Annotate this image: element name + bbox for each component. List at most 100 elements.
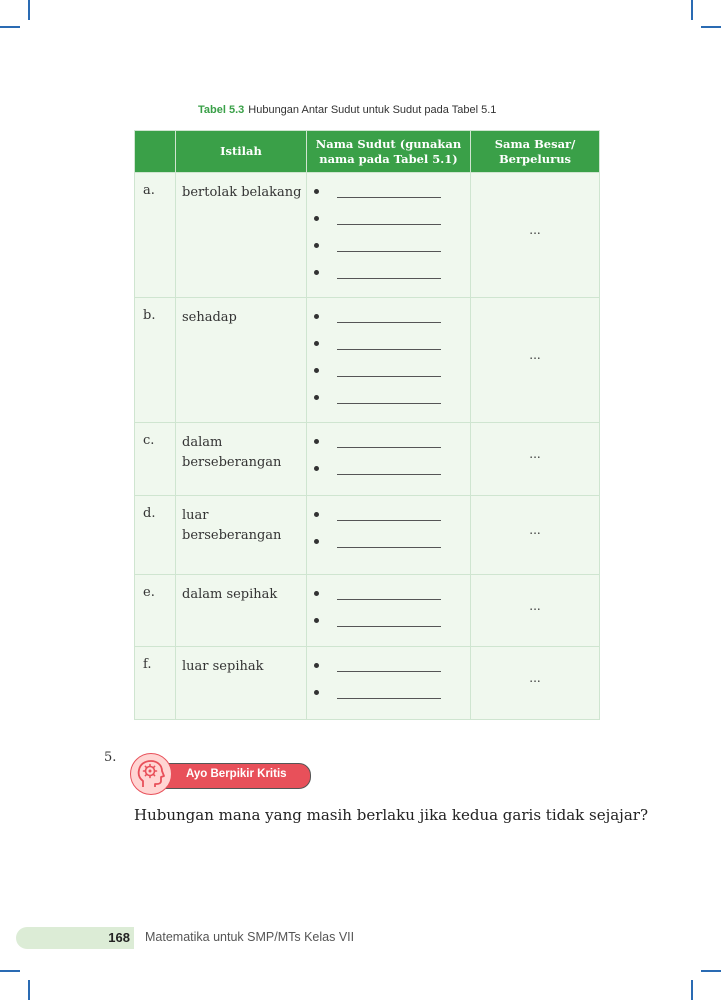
crop-mark (701, 26, 721, 28)
angle-name-blanks (306, 574, 471, 647)
angle-name-blanks (306, 646, 471, 720)
blank-item (307, 303, 470, 330)
blank-item (307, 384, 470, 411)
relation-answer: ... (470, 646, 600, 720)
table-row: b. sehadap... (134, 297, 600, 423)
row-term: sehadap (175, 297, 307, 423)
table-row: d. luar berseberangan... (134, 495, 600, 575)
blank-item (307, 607, 470, 634)
table-caption-label: Tabel 5.3 (198, 104, 245, 116)
answer-blank-line[interactable] (337, 698, 441, 699)
crop-mark (28, 0, 30, 20)
angle-name-blanks (306, 495, 471, 575)
answer-blank-line[interactable] (337, 224, 441, 225)
relation-answer: ... (470, 297, 600, 423)
bullet-icon (314, 314, 319, 319)
crop-mark (28, 980, 30, 1000)
answer-blank-line[interactable] (337, 322, 441, 323)
blank-item (307, 455, 470, 482)
table-caption-text: Hubungan Antar Sudut untuk Sudut pada Ta… (248, 104, 497, 116)
blank-item (307, 679, 470, 706)
exercise-number: 5. (104, 750, 117, 765)
row-term: dalam sepihak (175, 574, 307, 647)
bullet-icon (314, 512, 319, 517)
answer-blank-line[interactable] (337, 278, 441, 279)
bullet-icon (314, 663, 319, 668)
relation-answer: ... (470, 495, 600, 575)
bullet-icon (314, 690, 319, 695)
table-row: f. luar sepihak... (134, 646, 600, 720)
crop-mark (691, 980, 693, 1000)
crop-mark (0, 26, 20, 28)
blank-item (307, 330, 470, 357)
head-gear-icon (130, 753, 172, 795)
bullet-icon (314, 439, 319, 444)
blank-item (307, 580, 470, 607)
answer-blank-line[interactable] (337, 520, 441, 521)
row-letter: e. (134, 574, 176, 647)
answer-blank-line[interactable] (337, 376, 441, 377)
angle-name-blanks (306, 422, 471, 496)
row-letter: c. (134, 422, 176, 496)
bullet-icon (314, 341, 319, 346)
angle-name-blanks (306, 172, 471, 298)
answer-blank-line[interactable] (337, 251, 441, 252)
question-text: Hubungan mana yang masih berlaku jika ke… (134, 806, 648, 824)
blank-item (307, 357, 470, 384)
relation-answer: ... (470, 422, 600, 496)
table-row: c. dalam berseberangan... (134, 422, 600, 496)
answer-blank-line[interactable] (337, 447, 441, 448)
page-number-tab: 168 (16, 927, 134, 949)
header-istilah: Istilah (175, 130, 307, 173)
bullet-icon (314, 189, 319, 194)
blank-item (307, 259, 470, 286)
table-header-row: Istilah Nama Sudut (gunakan nama pada Ta… (134, 130, 600, 173)
bullet-icon (314, 618, 319, 623)
header-nama-sudut: Nama Sudut (gunakan nama pada Tabel 5.1) (306, 130, 471, 173)
bullet-icon (314, 368, 319, 373)
blank-item (307, 501, 470, 528)
bullet-icon (314, 539, 319, 544)
answer-blank-line[interactable] (337, 547, 441, 548)
angle-relations-table: Istilah Nama Sudut (gunakan nama pada Ta… (134, 130, 600, 720)
header-cell-empty (134, 130, 176, 173)
row-term: luar berseberangan (175, 495, 307, 575)
answer-blank-line[interactable] (337, 197, 441, 198)
answer-blank-line[interactable] (337, 474, 441, 475)
answer-blank-line[interactable] (337, 403, 441, 404)
blank-item (307, 428, 470, 455)
bullet-icon (314, 466, 319, 471)
crop-mark (691, 0, 693, 20)
table-caption: Tabel 5.3 Hubungan Antar Sudut untuk Sudu… (198, 104, 496, 116)
book-title: Matematika untuk SMP/MTs Kelas VII (145, 930, 355, 944)
badge-pill: Ayo Berpikir Kritis (152, 763, 311, 789)
bullet-icon (314, 216, 319, 221)
header-sama-besar: Sama Besar/ Berpelurus (470, 130, 600, 173)
row-term: bertolak belakang (175, 172, 307, 298)
row-term: dalam berseberangan (175, 422, 307, 496)
blank-item (307, 178, 470, 205)
answer-blank-line[interactable] (337, 599, 441, 600)
blank-item (307, 205, 470, 232)
blank-item (307, 652, 470, 679)
table-row: e. dalam sepihak... (134, 574, 600, 647)
bullet-icon (314, 395, 319, 400)
blank-item (307, 528, 470, 555)
row-letter: f. (134, 646, 176, 720)
answer-blank-line[interactable] (337, 626, 441, 627)
crop-mark (0, 970, 20, 972)
page-number: 168 (108, 930, 130, 945)
bullet-icon (314, 591, 319, 596)
relation-answer: ... (470, 574, 600, 647)
badge-label: Ayo Berpikir Kritis (186, 768, 287, 780)
answer-blank-line[interactable] (337, 349, 441, 350)
table-row: a. bertolak belakang... (134, 172, 600, 298)
answer-blank-line[interactable] (337, 671, 441, 672)
row-letter: d. (134, 495, 176, 575)
angle-name-blanks (306, 297, 471, 423)
row-letter: b. (134, 297, 176, 423)
bullet-icon (314, 243, 319, 248)
relation-answer: ... (470, 172, 600, 298)
bullet-icon (314, 270, 319, 275)
crop-mark (701, 970, 721, 972)
